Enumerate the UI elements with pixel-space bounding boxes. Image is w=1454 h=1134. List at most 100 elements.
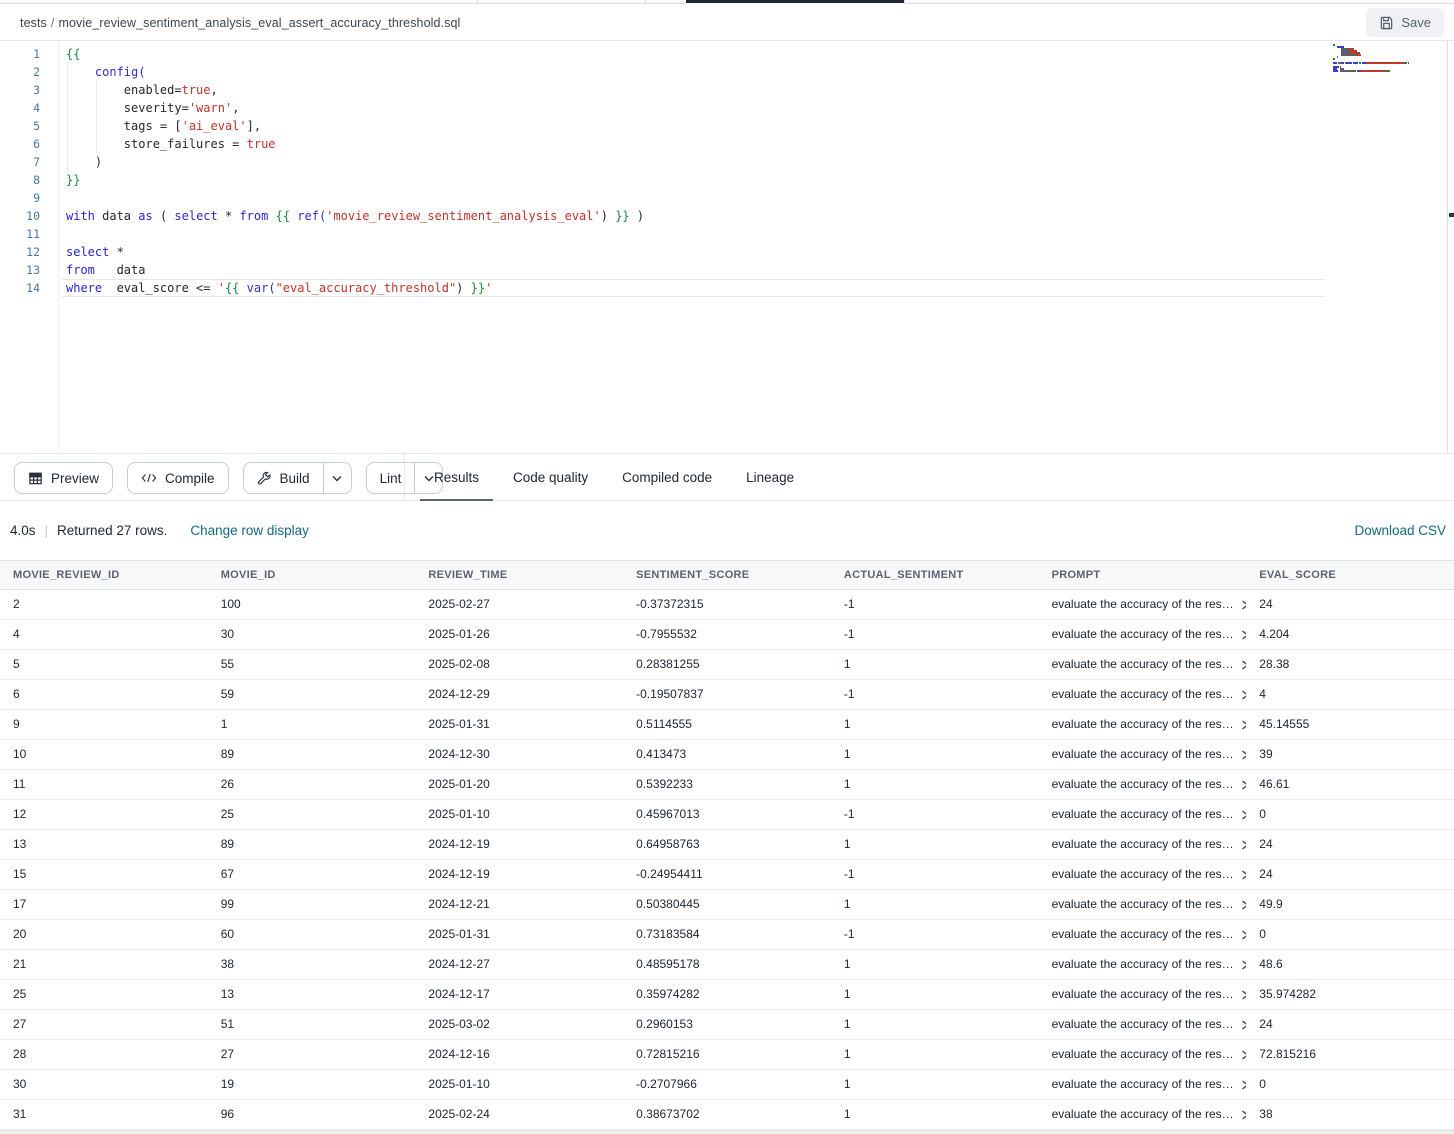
- table-cell: 13: [0, 830, 208, 859]
- prompt-cell[interactable]: evaluate the accuracy of the res…: [1039, 950, 1247, 979]
- prompt-cell[interactable]: evaluate the accuracy of the res…: [1039, 1070, 1247, 1099]
- table-row: 27512025-03-020.29601531evaluate the acc…: [0, 1010, 1454, 1040]
- table-cell: 0.38673702: [623, 1100, 831, 1129]
- table-cell: 1: [831, 1010, 1039, 1039]
- column-header-review_time: REVIEW_TIME: [415, 561, 623, 589]
- prompt-cell[interactable]: evaluate the accuracy of the res…: [1039, 800, 1247, 829]
- compile-button[interactable]: Compile: [127, 462, 229, 494]
- prompt-preview-text: evaluate the accuracy of the res…: [1052, 890, 1234, 919]
- column-header-sentiment_score: SENTIMENT_SCORE: [623, 561, 831, 589]
- tab-compiled-code[interactable]: Compiled code: [608, 454, 726, 501]
- table-cell: -1: [831, 590, 1039, 619]
- tab-lineage[interactable]: Lineage: [732, 454, 808, 501]
- table-cell: 0.50380445: [623, 890, 831, 919]
- table-cell: -1: [831, 800, 1039, 829]
- code-line: from data: [66, 261, 1324, 279]
- prompt-cell[interactable]: evaluate the accuracy of the res…: [1039, 620, 1247, 649]
- prompt-cell[interactable]: evaluate the accuracy of the res…: [1039, 740, 1247, 769]
- table-cell: -1: [831, 620, 1039, 649]
- table-cell: 17: [0, 890, 208, 919]
- horizontal-scrollbar-track[interactable]: [0, 1130, 1454, 1134]
- build-button-main[interactable]: Build: [244, 463, 323, 493]
- tab-results[interactable]: Results: [420, 454, 493, 501]
- breadcrumb[interactable]: tests/movie_review_sentiment_analysis_ev…: [20, 16, 460, 30]
- table-row: 30192025-01-10-0.27079661evaluate the ac…: [0, 1070, 1454, 1100]
- prompt-preview-text: evaluate the accuracy of the res…: [1052, 680, 1234, 709]
- table-cell: 1: [831, 1070, 1039, 1099]
- prompt-cell[interactable]: evaluate the accuracy of the res…: [1039, 710, 1247, 739]
- breadcrumb-file: movie_review_sentiment_analysis_eval_ass…: [58, 16, 460, 30]
- table-cell: 15: [0, 860, 208, 889]
- minimap[interactable]: [1333, 44, 1445, 72]
- table-cell: 1: [831, 1040, 1039, 1069]
- table-cell: 45.14555: [1246, 710, 1454, 739]
- code-line: select *: [66, 243, 1324, 261]
- table-row: 10892024-12-300.4134731evaluate the accu…: [0, 740, 1454, 770]
- prompt-cell[interactable]: evaluate the accuracy of the res…: [1039, 1040, 1247, 1069]
- top-tabstrip[interactable]: [0, 0, 1454, 4]
- table-cell: 1: [831, 950, 1039, 979]
- preview-label: Preview: [51, 471, 99, 486]
- table-cell: 2025-02-27: [415, 590, 623, 619]
- table-cell: 21: [0, 950, 208, 979]
- prompt-cell[interactable]: evaluate the accuracy of the res…: [1039, 860, 1247, 889]
- ide-window: tests/movie_review_sentiment_analysis_ev…: [0, 0, 1454, 1134]
- download-csv-link[interactable]: Download CSV: [1354, 523, 1446, 538]
- preview-button[interactable]: Preview: [14, 462, 113, 494]
- table-row: 5552025-02-080.283812551evaluate the acc…: [0, 650, 1454, 680]
- prompt-preview-text: evaluate the accuracy of the res…: [1052, 590, 1234, 619]
- action-buttons: Preview Compile Build: [14, 462, 443, 494]
- prompt-cell[interactable]: evaluate the accuracy of the res…: [1039, 680, 1247, 709]
- table-row: 12252025-01-100.45967013-1evaluate the a…: [0, 800, 1454, 830]
- table-cell: 0.5114555: [623, 710, 831, 739]
- save-button-label: Save: [1401, 15, 1431, 30]
- prompt-cell[interactable]: evaluate the accuracy of the res…: [1039, 980, 1247, 1009]
- table-cell: 0.45967013: [623, 800, 831, 829]
- prompt-cell[interactable]: evaluate the accuracy of the res…: [1039, 920, 1247, 949]
- table-cell: 51: [208, 1010, 416, 1039]
- table-cell: 25: [208, 800, 416, 829]
- table-cell: 20: [0, 920, 208, 949]
- build-dropdown[interactable]: [323, 463, 351, 493]
- tab-code-quality[interactable]: Code quality: [499, 454, 602, 501]
- prompt-cell[interactable]: evaluate the accuracy of the res…: [1039, 1010, 1247, 1039]
- code-editor[interactable]: 1234567891011121314 {{ config( enabled=t…: [0, 41, 1454, 453]
- column-header-prompt: PROMPT: [1039, 561, 1247, 589]
- scrollbar-marker[interactable]: [1449, 213, 1454, 217]
- table-cell: 1: [831, 1100, 1039, 1129]
- line-number: 11: [0, 225, 40, 243]
- lint-button-main[interactable]: Lint: [367, 463, 415, 493]
- lint-label: Lint: [380, 471, 402, 486]
- line-number: 9: [0, 189, 40, 207]
- table-cell: 0.64958763: [623, 830, 831, 859]
- table-cell: 11: [0, 770, 208, 799]
- table-cell: 2025-03-02: [415, 1010, 623, 1039]
- prompt-cell[interactable]: evaluate the accuracy of the res…: [1039, 650, 1247, 679]
- save-button[interactable]: Save: [1366, 8, 1444, 37]
- breadcrumb-folder[interactable]: tests: [20, 16, 47, 30]
- line-number: 7: [0, 153, 40, 171]
- prompt-cell[interactable]: evaluate the accuracy of the res…: [1039, 590, 1247, 619]
- prompt-cell[interactable]: evaluate the accuracy of the res…: [1039, 770, 1247, 799]
- table-cell: 5: [0, 650, 208, 679]
- table-cell: 0.48595178: [623, 950, 831, 979]
- chevron-down-icon: [332, 475, 342, 482]
- build-label: Build: [280, 471, 310, 486]
- table-cell: 0.35974282: [623, 980, 831, 1009]
- table-row: 6592024-12-29-0.19507837-1evaluate the a…: [0, 680, 1454, 710]
- line-number: 3: [0, 81, 40, 99]
- table-cell: 55: [208, 650, 416, 679]
- line-number: 13: [0, 261, 40, 279]
- code-line: tags = ['ai_eval'],: [66, 117, 1324, 135]
- prompt-cell[interactable]: evaluate the accuracy of the res…: [1039, 890, 1247, 919]
- code-icon: [141, 471, 157, 485]
- editor-code[interactable]: {{ config( enabled=true, severity='warn'…: [66, 45, 1324, 297]
- table-cell: 31: [0, 1100, 208, 1129]
- table-cell: 24: [1246, 830, 1454, 859]
- query-duration: 4.0s: [10, 523, 36, 538]
- table-cell: 99: [208, 890, 416, 919]
- table-cell: 1: [831, 890, 1039, 919]
- prompt-cell[interactable]: evaluate the accuracy of the res…: [1039, 830, 1247, 859]
- prompt-cell[interactable]: evaluate the accuracy of the res…: [1039, 1100, 1247, 1129]
- change-row-display-link[interactable]: Change row display: [190, 523, 309, 538]
